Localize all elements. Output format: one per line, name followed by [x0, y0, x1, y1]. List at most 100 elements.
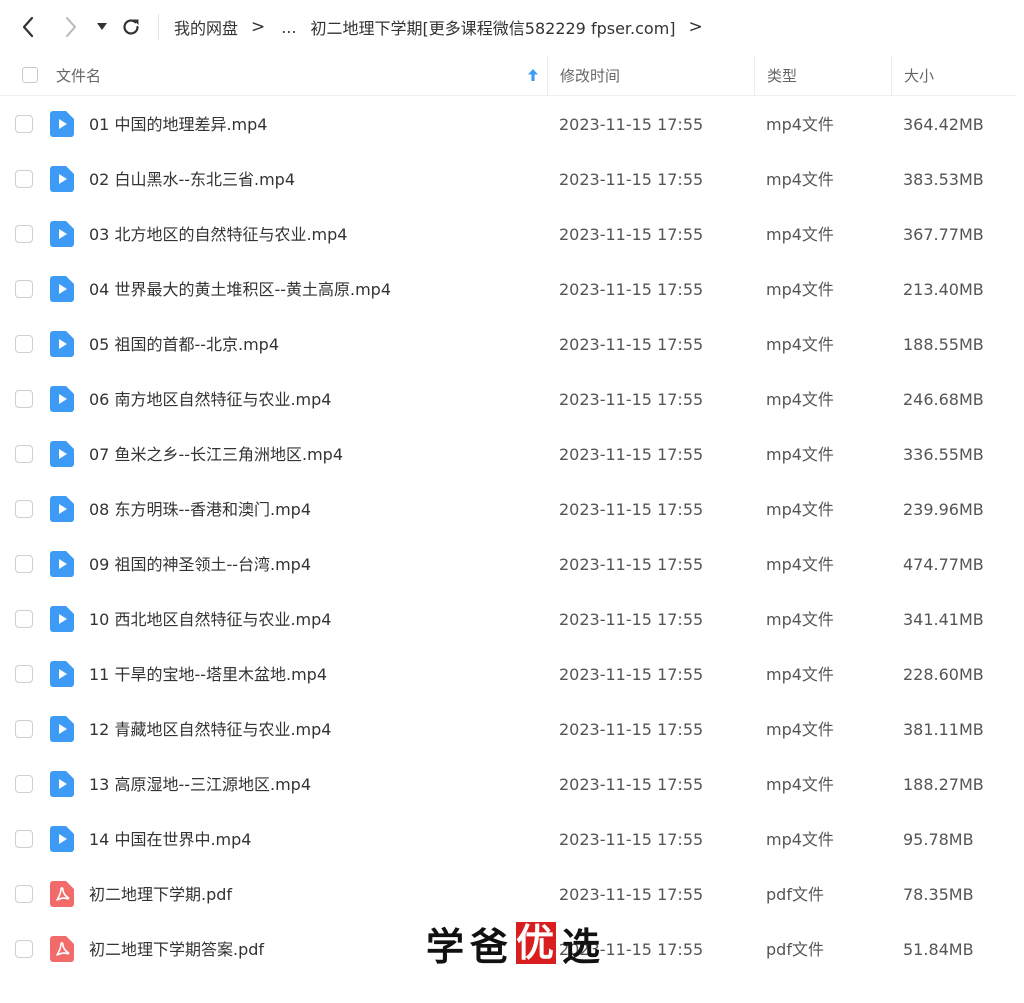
column-header-size[interactable]: 大小 [891, 55, 1016, 95]
file-modified-time: 2023-11-15 17:55 [559, 885, 704, 904]
file-row[interactable]: 05 祖国的首都--北京.mp4 2023-11-15 17:55 mp4文件 … [0, 317, 1016, 372]
file-name[interactable]: 13 高原湿地--三江源地区.mp4 [89, 757, 311, 812]
chevron-right-icon [66, 17, 76, 37]
watermark-logo: 学 爸 优 选 [424, 918, 604, 969]
file-size: 383.53MB [903, 170, 984, 189]
file-size: 188.55MB [903, 335, 984, 354]
file-name[interactable]: 初二地理下学期答案.pdf [89, 922, 264, 977]
row-checkbox[interactable] [15, 390, 33, 408]
file-type: mp4文件 [766, 170, 834, 189]
file-row[interactable]: 06 南方地区自然特征与农业.mp4 2023-11-15 17:55 mp4文… [0, 372, 1016, 427]
watermark-char: 选 [561, 923, 602, 969]
file-name[interactable]: 06 南方地区自然特征与农业.mp4 [89, 372, 331, 427]
file-type: mp4文件 [766, 610, 834, 629]
column-header-size-label: 大小 [904, 66, 935, 85]
row-checkbox[interactable] [15, 940, 33, 958]
file-size: 188.27MB [903, 775, 984, 794]
navigation-bar: 我的网盘 > ... 初二地理下学期[更多课程微信582229 fpser.co… [0, 0, 1024, 54]
video-file-icon [50, 221, 74, 247]
row-checkbox[interactable] [15, 830, 33, 848]
file-size: 367.77MB [903, 225, 984, 244]
file-row[interactable]: 12 青藏地区自然特征与农业.mp4 2023-11-15 17:55 mp4文… [0, 702, 1016, 757]
refresh-button[interactable] [116, 12, 146, 42]
file-name[interactable]: 03 北方地区的自然特征与农业.mp4 [89, 207, 347, 262]
back-button[interactable] [13, 12, 43, 42]
video-file-icon [50, 551, 74, 577]
row-checkbox[interactable] [15, 445, 33, 463]
file-modified-time: 2023-11-15 17:55 [559, 720, 704, 739]
refresh-icon [123, 19, 139, 35]
file-name[interactable]: 12 青藏地区自然特征与农业.mp4 [89, 702, 331, 757]
file-modified-time: 2023-11-15 17:55 [559, 280, 704, 299]
file-name[interactable]: 02 白山黑水--东北三省.mp4 [89, 152, 295, 207]
file-size: 381.11MB [903, 720, 984, 739]
row-checkbox[interactable] [15, 280, 33, 298]
row-checkbox[interactable] [15, 885, 33, 903]
breadcrumb-root[interactable]: 我的网盘 [174, 15, 238, 39]
pdf-file-icon [50, 881, 74, 907]
file-size: 474.77MB [903, 555, 984, 574]
row-checkbox[interactable] [15, 335, 33, 353]
file-modified-time: 2023-11-15 17:55 [559, 115, 704, 134]
row-checkbox[interactable] [15, 115, 33, 133]
file-row[interactable]: 03 北方地区的自然特征与农业.mp4 2023-11-15 17:55 mp4… [0, 207, 1016, 262]
file-size: 364.42MB [903, 115, 984, 134]
file-name[interactable]: 10 西北地区自然特征与农业.mp4 [89, 592, 331, 647]
video-file-icon [50, 386, 74, 412]
video-file-icon [50, 331, 74, 357]
file-name[interactable]: 08 东方明珠--香港和澳门.mp4 [89, 482, 311, 537]
breadcrumb-current[interactable]: 初二地理下学期[更多课程微信582229 fpser.com] [311, 15, 676, 39]
file-size: 228.60MB [903, 665, 984, 684]
file-row[interactable]: 02 白山黑水--东北三省.mp4 2023-11-15 17:55 mp4文件… [0, 152, 1016, 207]
breadcrumb-ellipsis[interactable]: ... [281, 18, 296, 37]
select-all-checkbox[interactable] [22, 67, 38, 83]
column-header-time[interactable]: 修改时间 [547, 55, 754, 95]
file-row[interactable]: 08 东方明珠--香港和澳门.mp4 2023-11-15 17:55 mp4文… [0, 482, 1016, 537]
file-modified-time: 2023-11-15 17:55 [559, 445, 704, 464]
file-type: mp4文件 [766, 665, 834, 684]
breadcrumb: 我的网盘 > ... 初二地理下学期[更多课程微信582229 fpser.co… [174, 0, 713, 54]
breadcrumb-trailing-separator[interactable]: > [689, 17, 703, 37]
file-row[interactable]: 初二地理下学期.pdf 2023-11-15 17:55 pdf文件 78.35… [0, 867, 1016, 922]
column-header-type[interactable]: 类型 [754, 55, 891, 95]
column-header-name[interactable]: 文件名 [56, 55, 547, 95]
file-row[interactable]: 01 中国的地理差异.mp4 2023-11-15 17:55 mp4文件 36… [0, 97, 1016, 152]
forward-button[interactable] [56, 12, 86, 42]
file-row[interactable]: 07 鱼米之乡--长江三角洲地区.mp4 2023-11-15 17:55 mp… [0, 427, 1016, 482]
row-checkbox[interactable] [15, 720, 33, 738]
file-modified-time: 2023-11-15 17:55 [559, 665, 704, 684]
file-row[interactable]: 13 高原湿地--三江源地区.mp4 2023-11-15 17:55 mp4文… [0, 757, 1016, 812]
nav-divider [158, 14, 159, 40]
row-checkbox[interactable] [15, 225, 33, 243]
file-name[interactable]: 05 祖国的首都--北京.mp4 [89, 317, 279, 372]
video-file-icon [50, 826, 74, 852]
file-row[interactable]: 04 世界最大的黄土堆积区--黄土高原.mp4 2023-11-15 17:55… [0, 262, 1016, 317]
row-checkbox[interactable] [15, 665, 33, 683]
file-name[interactable]: 04 世界最大的黄土堆积区--黄土高原.mp4 [89, 262, 391, 317]
file-row[interactable]: 10 西北地区自然特征与农业.mp4 2023-11-15 17:55 mp4文… [0, 592, 1016, 647]
file-modified-time: 2023-11-15 17:55 [559, 610, 704, 629]
row-checkbox[interactable] [15, 170, 33, 188]
file-row[interactable]: 14 中国在世界中.mp4 2023-11-15 17:55 mp4文件 95.… [0, 812, 1016, 867]
column-header-name-label: 文件名 [56, 66, 102, 85]
file-name[interactable]: 01 中国的地理差异.mp4 [89, 97, 267, 152]
file-name[interactable]: 14 中国在世界中.mp4 [89, 812, 251, 867]
row-checkbox[interactable] [15, 610, 33, 628]
file-type: pdf文件 [766, 885, 824, 904]
sort-ascending-icon [528, 69, 538, 81]
file-manager-window: 我的网盘 > ... 初二地理下学期[更多课程微信582229 fpser.co… [0, 0, 1024, 1003]
file-type: mp4文件 [766, 775, 834, 794]
row-checkbox[interactable] [15, 555, 33, 573]
history-dropdown-button[interactable] [89, 12, 115, 42]
row-checkbox[interactable] [15, 500, 33, 518]
file-name[interactable]: 07 鱼米之乡--长江三角洲地区.mp4 [89, 427, 343, 482]
file-type: mp4文件 [766, 500, 834, 519]
file-name[interactable]: 初二地理下学期.pdf [89, 867, 232, 922]
file-size: 336.55MB [903, 445, 984, 464]
file-row[interactable]: 11 干旱的宝地--塔里木盆地.mp4 2023-11-15 17:55 mp4… [0, 647, 1016, 702]
chevron-left-icon [22, 16, 34, 38]
row-checkbox[interactable] [15, 775, 33, 793]
file-row[interactable]: 09 祖国的神圣领土--台湾.mp4 2023-11-15 17:55 mp4文… [0, 537, 1016, 592]
file-name[interactable]: 09 祖国的神圣领土--台湾.mp4 [89, 537, 311, 592]
file-name[interactable]: 11 干旱的宝地--塔里木盆地.mp4 [89, 647, 327, 702]
